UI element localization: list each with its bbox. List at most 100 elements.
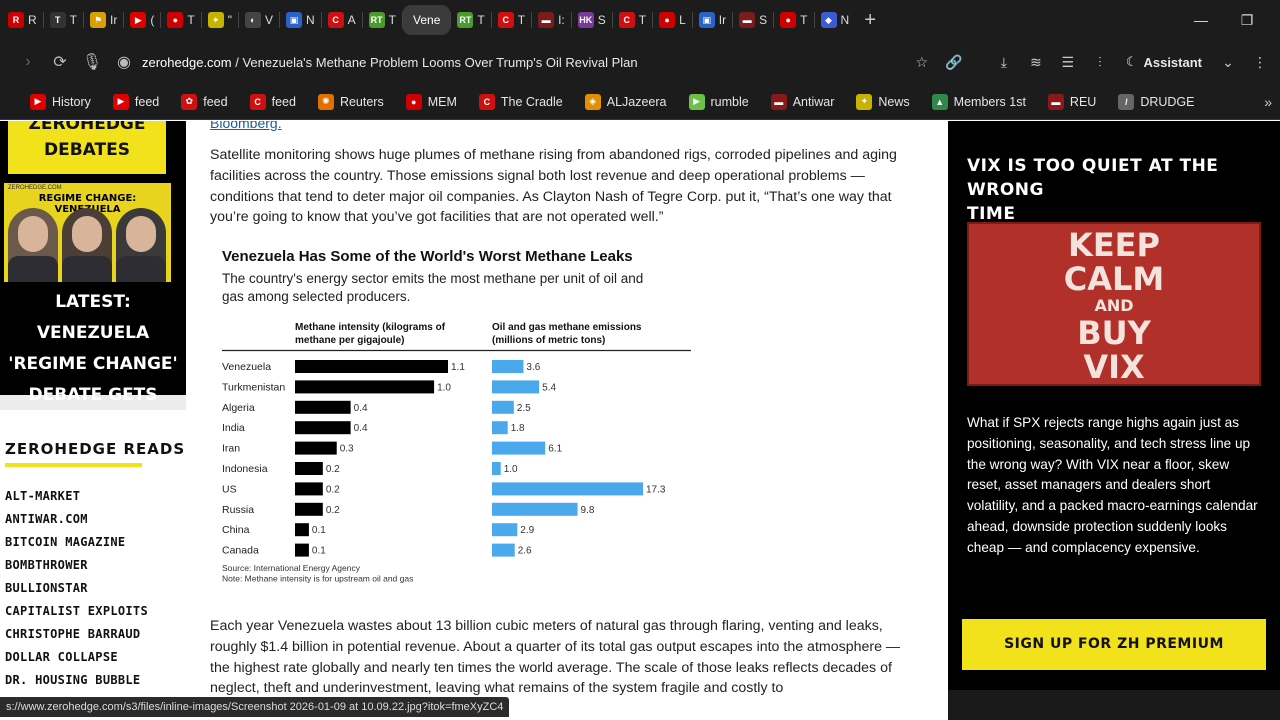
tab-label: S <box>597 13 606 27</box>
bookmark-label: feed <box>271 94 296 109</box>
category-label: US <box>222 483 237 495</box>
bar <box>295 380 435 394</box>
tab-favicon-icon: ● <box>780 12 797 28</box>
status-url-tooltip: s://www.zerohedge.com/s3/files/inline-im… <box>0 697 510 717</box>
bar <box>492 380 540 394</box>
url-field[interactable]: zerohedge.com / Venezuela's Methane Prob… <box>142 55 638 70</box>
browser-tab[interactable]: ▣ N <box>280 5 321 35</box>
reads-link[interactable]: BULLIONSTAR <box>5 577 148 600</box>
tab-favicon-icon: ✦ <box>207 12 224 28</box>
browser-tab[interactable]: RT T <box>451 5 490 35</box>
browser-tab[interactable]: ◆ N <box>815 5 856 35</box>
tab-active[interactable]: Vene <box>403 5 451 35</box>
reload-icon[interactable]: ⟳ <box>44 46 76 78</box>
vix-title[interactable]: VIX IS TOO QUIET AT THE WRONG TIME <box>967 154 1257 226</box>
bookmark-item[interactable]: ▲ Members 1st <box>931 93 1026 110</box>
browser-tab[interactable]: RR <box>2 5 43 35</box>
assistant-button[interactable]: ☾ Assistant <box>1118 54 1210 70</box>
bookmark-favicon-icon: ▶ <box>30 93 46 110</box>
forward-icon[interactable]: › <box>12 46 44 78</box>
bookmark-item[interactable]: ● MEM <box>405 93 457 110</box>
minimize-icon[interactable]: — <box>1178 0 1224 40</box>
browser-tab[interactable]: TT <box>44 5 83 35</box>
browser-tab[interactable]: ▬ I: <box>532 5 571 35</box>
audio-icon[interactable]: ⫶ <box>1086 48 1114 76</box>
bookmark-item[interactable]: ▬ REU <box>1047 93 1097 110</box>
bookmark-label: rumble <box>710 94 749 109</box>
bookmark-item[interactable]: ✿ feed <box>181 93 228 110</box>
bookmark-label: REU <box>1069 94 1097 109</box>
collections-icon[interactable]: ≋ <box>1022 48 1050 76</box>
tab-label: T <box>69 13 78 27</box>
reads-link[interactable]: ANTIWAR.COM <box>5 508 148 531</box>
address-bar: › ⟳ 🎙 ◉ zerohedge.com / Venezuela's Meth… <box>0 40 1280 84</box>
bar <box>295 523 309 537</box>
bookmark-item[interactable]: ◈ ALJazeera <box>584 93 667 110</box>
restore-icon[interactable]: ❐ <box>1224 0 1270 40</box>
bookmark-item[interactable]: ✺ Reuters <box>317 93 384 110</box>
bloomberg-link[interactable]: Bloomberg. <box>210 121 282 131</box>
debate-promo[interactable]: ZEROHEDGE DEBATES ZEROHEDGE.COM REGIME C… <box>0 121 186 436</box>
bookmark-favicon-icon: ▶ <box>688 93 705 110</box>
bookmark-item[interactable]: ▶ rumble <box>688 93 749 110</box>
bookmark-item[interactable]: C The Cradle <box>478 93 563 110</box>
browser-tab[interactable]: ◐ V <box>239 5 279 35</box>
reads-link[interactable]: CHRISTOPHE BARRAUD <box>5 623 148 646</box>
reads-link[interactable]: ALT-MARKET <box>5 485 148 508</box>
browser-tab[interactable]: CA <box>322 5 362 35</box>
browser-tab[interactable]: ▬ S <box>733 5 773 35</box>
bookmark-item[interactable]: Cfeed <box>249 93 296 110</box>
browser-tab[interactable]: ▣ Ir <box>693 5 732 35</box>
chart-subtitle: The country's energy sector emits the mo… <box>222 271 643 286</box>
browser-tab[interactable]: ▶( <box>124 5 160 35</box>
reads-link[interactable]: BOMBTHROWER <box>5 554 148 577</box>
reads-link[interactable]: DR. HOUSING BUBBLE <box>5 669 148 692</box>
browser-tab[interactable]: ● L <box>653 5 692 35</box>
browser-tab[interactable]: CT <box>613 5 652 35</box>
bar <box>492 360 524 373</box>
download-icon[interactable]: ⤓ <box>990 48 1018 76</box>
tab-favicon-icon: ⚑ <box>90 12 107 28</box>
bar <box>295 441 337 455</box>
browser-tab[interactable]: RT T <box>363 5 402 35</box>
share-link-icon[interactable]: 🔗 <box>940 48 968 76</box>
browser-tab[interactable]: CT <box>492 5 531 35</box>
chart-svg: Venezuela Has Some of the World's Worst … <box>222 248 691 584</box>
chevron-down-icon[interactable]: ⌄ <box>1214 48 1242 76</box>
browser-tab[interactable]: ● T <box>774 5 813 35</box>
bookmark-item[interactable]: ▶ History <box>30 93 91 110</box>
debates-banner[interactable]: ZEROHEDGE DEBATES <box>8 121 166 174</box>
site-info-icon[interactable]: ◉ <box>114 46 134 78</box>
browser-tab[interactable]: ⚑ Ir <box>84 5 123 35</box>
new-tab-button[interactable]: + <box>855 9 885 32</box>
reads-link[interactable]: BITCOIN MAGAZINE <box>5 531 148 554</box>
headline-line: 'REGIME CHANGE' <box>8 354 178 374</box>
bookmark-star-icon[interactable]: ☆ <box>908 48 936 76</box>
bookmark-item[interactable]: ▬ Antiwar <box>770 93 834 110</box>
reader-mode-icon[interactable]: ☰ <box>1054 48 1082 76</box>
methane-chart[interactable]: Venezuela Has Some of the World's Worst … <box>214 243 694 588</box>
bookmark-item[interactable]: ✦ News <box>856 93 910 110</box>
browser-tab[interactable]: ✦ " <box>202 5 238 35</box>
reads-link[interactable]: CAPITALIST EXPLOITS <box>5 600 148 623</box>
bar <box>492 462 501 475</box>
bar <box>492 400 514 414</box>
headline-line: LATEST: VENEZUELA <box>36 292 150 343</box>
zh-premium-button[interactable]: SIGN UP FOR ZH PREMIUM <box>962 619 1266 670</box>
keep-calm-poster[interactable]: KEEP CALM AND BUY VIX <box>967 222 1261 386</box>
menu-icon[interactable]: ⋮ <box>1246 48 1274 76</box>
bookmark-item[interactable]: / DRUDGE <box>1118 93 1195 110</box>
promo-image[interactable]: ZEROHEDGE.COM REGIME CHANGE: VENEZUELA <box>4 183 171 282</box>
browser-tab[interactable]: HK S <box>572 5 612 35</box>
browser-tab[interactable]: ● T <box>161 5 200 35</box>
speaker-portrait <box>116 208 166 282</box>
bookmark-item[interactable]: ▶ feed <box>112 93 159 110</box>
tab-favicon-icon: ● <box>167 12 184 28</box>
microphone-icon[interactable]: 🎙 <box>76 46 108 78</box>
tab-favicon-icon: T <box>49 12 66 28</box>
series-header: methane per gigajoule) <box>295 335 404 346</box>
reads-link[interactable]: DOLLAR COLLAPSE <box>5 646 148 669</box>
bookmarks-overflow-icon[interactable]: » <box>1264 84 1272 120</box>
category-label: Russia <box>222 504 254 516</box>
tab-label: V <box>264 13 273 27</box>
